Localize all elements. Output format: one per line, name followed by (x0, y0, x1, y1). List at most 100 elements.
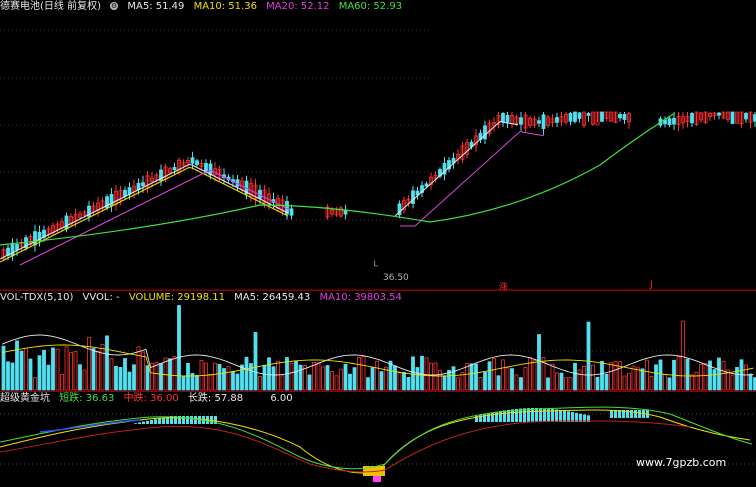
volume-bar (145, 365, 150, 391)
price-header: 德赛电池(日线 前复权) ⚙ MA5: 51.49 MA10: 51.36 MA… (0, 0, 408, 13)
osc-bar (531, 408, 534, 422)
volume-bar (271, 366, 276, 391)
candle-body (568, 112, 573, 122)
volume-bar (253, 332, 258, 391)
volume-bar (105, 335, 109, 391)
volume-bar (555, 372, 559, 391)
volume-bar (132, 364, 136, 391)
volume-bar (559, 372, 564, 391)
volume-bar (744, 364, 748, 391)
volume-bar (136, 346, 141, 391)
volume-bar (330, 371, 334, 391)
ma20-label: MA20: 52.12 (266, 1, 330, 12)
volume-bar (6, 361, 10, 391)
candle-body (577, 112, 582, 119)
volume-bar (649, 376, 654, 391)
ma5-label: MA5: 51.49 (127, 1, 185, 12)
volume-bar (51, 347, 55, 391)
volume-bar (213, 362, 217, 391)
candle-body (519, 117, 523, 125)
volume-bar (703, 363, 708, 391)
volume-bar (595, 376, 600, 391)
volume-bar (159, 363, 163, 391)
mid-line (0, 420, 691, 473)
volume-bar (172, 356, 177, 391)
osc-bar (138, 422, 141, 424)
osc-bar (162, 417, 165, 424)
volume-bar (667, 377, 672, 391)
volume-bar (343, 363, 348, 391)
volume-header: VOL-TDX(5,10) VVOL: - VOLUME: 29198.11 M… (0, 291, 408, 304)
volume-bar (501, 359, 505, 391)
volume-bar (33, 376, 37, 391)
candle-body (573, 111, 577, 122)
volume-bar (577, 369, 582, 391)
volume-bar (69, 352, 73, 391)
candle-body (541, 114, 546, 129)
volume-bar (429, 362, 433, 391)
volume-bar (100, 343, 105, 391)
volume-bar (244, 356, 249, 391)
volume-bar (523, 367, 528, 391)
short-label: 短跌: 36.63 (59, 393, 115, 404)
volume-bar (478, 376, 483, 391)
volume-bar (528, 357, 532, 391)
volume-bar (204, 362, 208, 391)
volume-bar (676, 356, 681, 391)
vvol-label: VVOL: - (82, 292, 120, 303)
volume-bar (568, 377, 573, 391)
settings-icon[interactable]: ⚙ (110, 2, 119, 10)
candle-body (501, 113, 505, 123)
vol-ma10-label: MA10: 39803.54 (319, 292, 402, 303)
volume-bar (370, 367, 375, 391)
volume-bar (294, 361, 298, 391)
price-chart-pane[interactable]: 德赛电池(日线 前复权) ⚙ MA5: 51.49 MA10: 51.36 MA… (0, 0, 756, 293)
volume-bar (46, 364, 51, 391)
volume-bar (312, 362, 316, 391)
volume-bar (37, 355, 42, 391)
osc-bar (630, 410, 633, 418)
volume-bar (604, 373, 609, 391)
volume-bar (721, 360, 726, 391)
volume-bar (483, 371, 487, 391)
volume-bar (298, 364, 303, 391)
volume-bar (82, 369, 87, 391)
osc-bar (491, 412, 494, 422)
volume-bar (19, 350, 24, 391)
oscillator-pane[interactable]: 超级黄金坑 短跌: 36.63 中跌: 36.00 长跌: 57.88 6.00… (0, 392, 756, 487)
osc-bar (515, 408, 518, 422)
candle-body (672, 117, 676, 125)
candle-body (141, 182, 145, 187)
volume-bar (87, 336, 91, 391)
volume-bar (177, 305, 181, 391)
candle-body (483, 125, 487, 140)
ma60-label: MA60: 52.93 (338, 1, 403, 12)
low-price-label: 36.50 (383, 273, 409, 283)
volume-bar (366, 377, 370, 391)
volume-bars (0, 305, 756, 391)
volume-bar (109, 358, 114, 391)
volume-bar (456, 377, 460, 391)
candle-body (195, 160, 199, 166)
candle-body (64, 215, 69, 230)
volume-bar (496, 375, 501, 391)
volume-bar (510, 368, 514, 391)
volume-pane[interactable]: VOL-TDX(5,10) VVOL: - VOLUME: 29198.11 M… (0, 291, 756, 391)
osc-bar (555, 409, 558, 422)
volume-bar (231, 371, 235, 391)
volume-bar (357, 357, 361, 391)
ma10-label: MA10: 51.36 (193, 1, 257, 12)
volume-bar (15, 340, 19, 391)
volume-bar (262, 364, 267, 391)
volume-bar (24, 347, 28, 391)
volume-bar (64, 346, 69, 391)
volume-bar (573, 362, 577, 391)
osc-bar (503, 410, 506, 422)
volume-bar (361, 356, 366, 391)
volume-bar (406, 377, 411, 391)
volume-bar (334, 375, 339, 391)
osc-bar (186, 416, 189, 424)
volume-bar (519, 377, 523, 391)
long-label: 长跌: 57.88 (187, 393, 244, 404)
oscillator-lines (0, 406, 756, 482)
